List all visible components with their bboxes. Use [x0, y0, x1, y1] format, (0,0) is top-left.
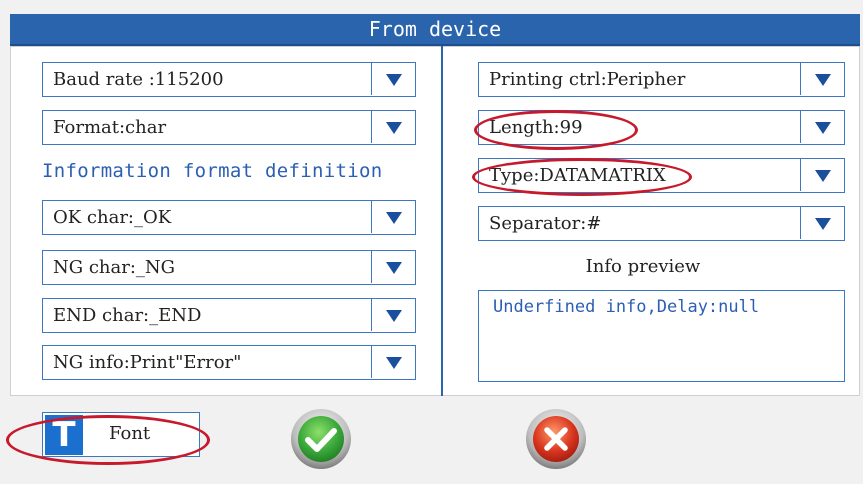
window-title: From device: [10, 14, 860, 44]
confirm-button[interactable]: [290, 408, 352, 470]
chevron-down-icon: [385, 74, 402, 86]
chevron-down-icon: [385, 212, 402, 224]
confirm-check-icon: [291, 409, 351, 469]
end-char-dropdown-button[interactable]: [371, 299, 415, 331]
format-dropdown-button[interactable]: [371, 111, 415, 143]
format-select[interactable]: Format:char: [42, 110, 416, 145]
font-button[interactable]: T Font: [42, 412, 200, 457]
ng-char-value: NG char:_NG: [53, 257, 176, 278]
baud-rate-dropdown-button[interactable]: [371, 63, 415, 95]
ok-char-dropdown-button[interactable]: [371, 201, 415, 233]
information-format-heading: Information format definition: [42, 160, 383, 182]
length-value: Length:99: [489, 117, 583, 138]
printing-ctrl-dropdown-button[interactable]: [800, 63, 844, 95]
type-value: Type:DATAMATRIX: [489, 165, 666, 186]
panel-divider: [441, 46, 443, 396]
cancel-x-icon: [526, 409, 586, 469]
ng-info-select[interactable]: NG info:Print"Error": [42, 345, 416, 380]
chevron-down-icon: [385, 357, 402, 369]
chevron-down-icon: [814, 122, 831, 134]
ng-info-value: NG info:Print"Error": [53, 352, 242, 373]
type-dropdown-button[interactable]: [800, 159, 844, 191]
info-preview-text: Underfined info,Delay:null: [493, 297, 760, 317]
separator-value: Separator:#: [489, 213, 602, 234]
chevron-down-icon: [814, 170, 831, 182]
ok-char-value: OK char:_OK: [53, 207, 172, 228]
ng-info-dropdown-button[interactable]: [371, 346, 415, 378]
font-button-label: Font: [109, 423, 151, 444]
cancel-button[interactable]: [525, 408, 587, 470]
printing-ctrl-select[interactable]: Printing ctrl:Peripher: [478, 62, 845, 97]
chevron-down-icon: [385, 262, 402, 274]
font-icon: T: [45, 415, 83, 455]
chevron-down-icon: [814, 218, 831, 230]
printing-ctrl-value: Printing ctrl:Peripher: [489, 69, 686, 90]
ng-char-select[interactable]: NG char:_NG: [42, 250, 416, 285]
info-preview-label: Info preview: [585, 256, 701, 277]
chevron-down-icon: [385, 122, 402, 134]
type-select[interactable]: Type:DATAMATRIX: [478, 158, 845, 193]
end-char-value: END char:_END: [53, 305, 202, 326]
length-select[interactable]: Length:99: [478, 110, 845, 145]
ok-char-select[interactable]: OK char:_OK: [42, 200, 416, 235]
chevron-down-icon: [814, 74, 831, 86]
chevron-down-icon: [385, 310, 402, 322]
baud-rate-value: Baud rate :115200: [53, 69, 224, 90]
separator-select[interactable]: Separator:#: [478, 206, 845, 241]
baud-rate-select[interactable]: Baud rate :115200: [42, 62, 416, 97]
info-preview-box: Underfined info,Delay:null: [478, 290, 845, 382]
end-char-select[interactable]: END char:_END: [42, 298, 416, 333]
length-dropdown-button[interactable]: [800, 111, 844, 143]
ng-char-dropdown-button[interactable]: [371, 251, 415, 283]
format-value: Format:char: [53, 117, 167, 138]
separator-dropdown-button[interactable]: [800, 207, 844, 239]
